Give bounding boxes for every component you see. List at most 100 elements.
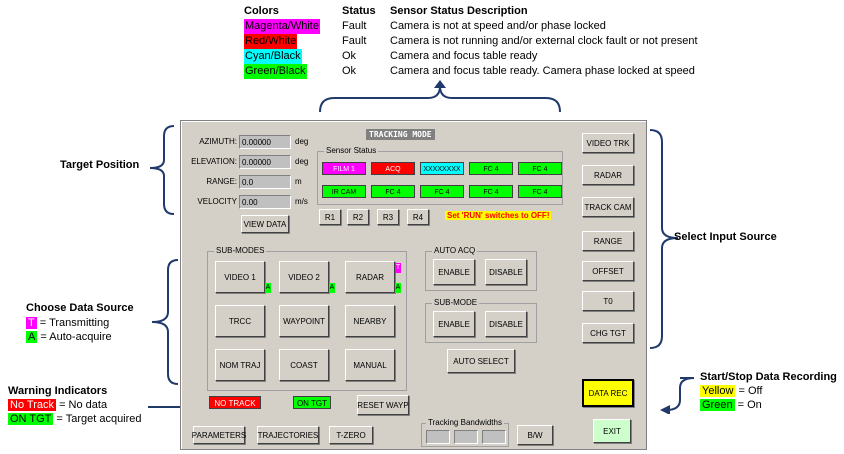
sensor-cell-xxxx: XXXXXXXX	[420, 162, 464, 175]
window-title: TRACKING MODE	[366, 129, 435, 140]
azimuth-unit: deg	[295, 137, 309, 146]
velocity-label: VELOCITY	[197, 197, 237, 206]
legend-status: Ok	[342, 65, 357, 77]
tracking-bandwidths-group: Tracking Bandwidths	[421, 418, 509, 447]
legend-header-colors: Colors	[244, 5, 279, 17]
change-target-button[interactable]: CHG TGT	[582, 323, 634, 343]
brace-target-position	[149, 125, 175, 215]
legend: Colors Status Sensor Status Description …	[244, 4, 714, 79]
annotation-select-input: Select Input Source	[674, 231, 777, 243]
waypoint-button[interactable]: WAYPOINT	[279, 305, 329, 337]
parameters-button[interactable]: PARAMETERS	[192, 426, 246, 444]
bandwidth-field[interactable]	[426, 430, 450, 444]
data-record-button[interactable]: DATA REC	[582, 379, 634, 407]
sensor-cell-fc4: FC 4	[518, 185, 562, 198]
legend-desc: Camera is not running and/or external cl…	[390, 35, 698, 47]
on-tgt-swatch: ON TGT	[8, 413, 54, 425]
nom-traj-button[interactable]: NOM TRAJ	[215, 349, 265, 381]
legend-color-magenta: Magenta/White	[244, 19, 320, 34]
range-unit: m	[295, 177, 302, 186]
bw-button[interactable]: B/W	[517, 425, 553, 445]
legend-color-green: Green/Black	[244, 64, 307, 79]
sensor-cell-fc4: FC 4	[420, 185, 464, 198]
range-field: 0.0	[239, 175, 291, 189]
autoacq-badge-video2: A	[329, 283, 335, 293]
coast-button[interactable]: COAST	[279, 349, 329, 381]
sensor-cell-fc4: FC 4	[371, 185, 415, 198]
no-track-swatch: No Track	[8, 399, 57, 411]
legend-on-target: ON TGT = Target acquired	[8, 413, 142, 425]
auto-acq-title: AUTO ACQ	[432, 246, 478, 255]
legend-brace	[319, 80, 561, 113]
sub-mode-enable-button[interactable]: ENABLE	[433, 311, 475, 337]
r4-button[interactable]: R4	[407, 209, 429, 225]
annotation-data-recording: Start/Stop Data Recording	[700, 371, 837, 383]
track-cam-button[interactable]: TRACK CAM	[582, 197, 634, 217]
sensor-cell-fc4: FC 4	[518, 162, 562, 175]
autoacq-badge-radar: A	[395, 283, 401, 293]
view-data-button[interactable]: VIEW DATA	[241, 215, 289, 233]
sensor-cell-film1: FILM 1	[322, 162, 366, 175]
video-trk-button[interactable]: VIDEO TRK	[582, 133, 634, 153]
reset-waypoint-button[interactable]: RESET WAYP	[357, 395, 409, 415]
auto-select-button[interactable]: AUTO SELECT	[447, 349, 515, 373]
legend-header-status: Status	[342, 5, 376, 17]
bandwidth-field[interactable]	[482, 430, 506, 444]
bandwidth-field[interactable]	[454, 430, 478, 444]
sensor-status-group: Sensor Status FILM 1 ACQ XXXXXXXX FC 4 F…	[317, 146, 563, 205]
r3-button[interactable]: R3	[377, 209, 399, 225]
nearby-button[interactable]: NEARBY	[345, 305, 395, 337]
offset-button[interactable]: OFFSET	[582, 261, 634, 281]
sub-mode-title: SUB-MODE	[432, 298, 480, 307]
autoacq-badge-video1: A	[265, 283, 271, 293]
autoacq-badge: A	[26, 331, 38, 343]
submodes-title: SUB-MODES	[214, 246, 267, 255]
annotation-warning-indicators: Warning Indicators	[8, 385, 108, 397]
annotation-target-position: Target Position	[60, 159, 140, 171]
legend-desc: Camera and focus table ready	[390, 50, 538, 62]
legend-desc: Camera is not at speed and/or phase lock…	[390, 20, 606, 32]
legend-no-track: No Track = No data	[8, 399, 108, 411]
auto-acq-enable-button[interactable]: ENABLE	[433, 259, 475, 285]
arrow-data-recording	[660, 377, 695, 414]
transmitting-badge-radar: T	[395, 263, 401, 273]
video1-button[interactable]: VIDEO 1	[215, 261, 265, 293]
on-tgt-indicator: ON TGT	[293, 396, 331, 409]
legend-auto-acquire: A = Auto-acquire	[26, 331, 112, 343]
radar-submode-button[interactable]: RADAR	[345, 261, 395, 293]
yellow-swatch: Yellow	[700, 385, 736, 397]
manual-button[interactable]: MANUAL	[345, 349, 395, 381]
legend-color-red: Red/White	[244, 34, 298, 49]
azimuth-label: AZIMUTH:	[199, 137, 237, 146]
trajectories-button[interactable]: TRAJECTORIES	[257, 426, 319, 444]
azimuth-field: 0.00000	[239, 135, 291, 149]
velocity-field: 0.00	[239, 195, 291, 209]
range-source-button[interactable]: RANGE	[582, 231, 634, 251]
legend-status: Ok	[342, 50, 357, 62]
legend-yellow: Yellow = Off	[700, 385, 763, 397]
auto-acq-disable-button[interactable]: DISABLE	[485, 259, 527, 285]
legend-transmitting: T = Transmitting	[26, 317, 110, 329]
r2-button[interactable]: R2	[347, 209, 369, 225]
range-label: RANGE:	[206, 177, 237, 186]
annotation-choose-data-source: Choose Data Source	[26, 302, 134, 314]
legend-desc: Camera and focus table ready. Camera pha…	[390, 65, 695, 77]
t0-button[interactable]: T0	[582, 291, 634, 311]
radar-source-button[interactable]: RADAR	[582, 165, 634, 185]
sub-mode-disable-button[interactable]: DISABLE	[485, 311, 527, 337]
r1-button[interactable]: R1	[319, 209, 341, 225]
green-swatch: Green	[700, 399, 735, 411]
exit-button[interactable]: EXIT	[593, 419, 631, 443]
elevation-unit: deg	[295, 157, 309, 166]
elevation-field: 0.00000	[239, 155, 291, 169]
no-track-indicator: NO TRACK	[209, 396, 261, 409]
sensor-cell-ircam: IR CAM	[322, 185, 366, 198]
elevation-label: ELEVATION:	[191, 157, 237, 166]
sensor-cell-acq: ACQ	[371, 162, 415, 175]
t-zero-button[interactable]: T-ZERO	[329, 426, 373, 444]
video2-button[interactable]: VIDEO 2	[279, 261, 329, 293]
trcc-button[interactable]: TRCC	[215, 305, 265, 337]
legend-status: Fault	[342, 35, 367, 47]
legend-header-desc: Sensor Status Description	[390, 5, 528, 17]
transmitting-badge: T	[26, 317, 37, 329]
